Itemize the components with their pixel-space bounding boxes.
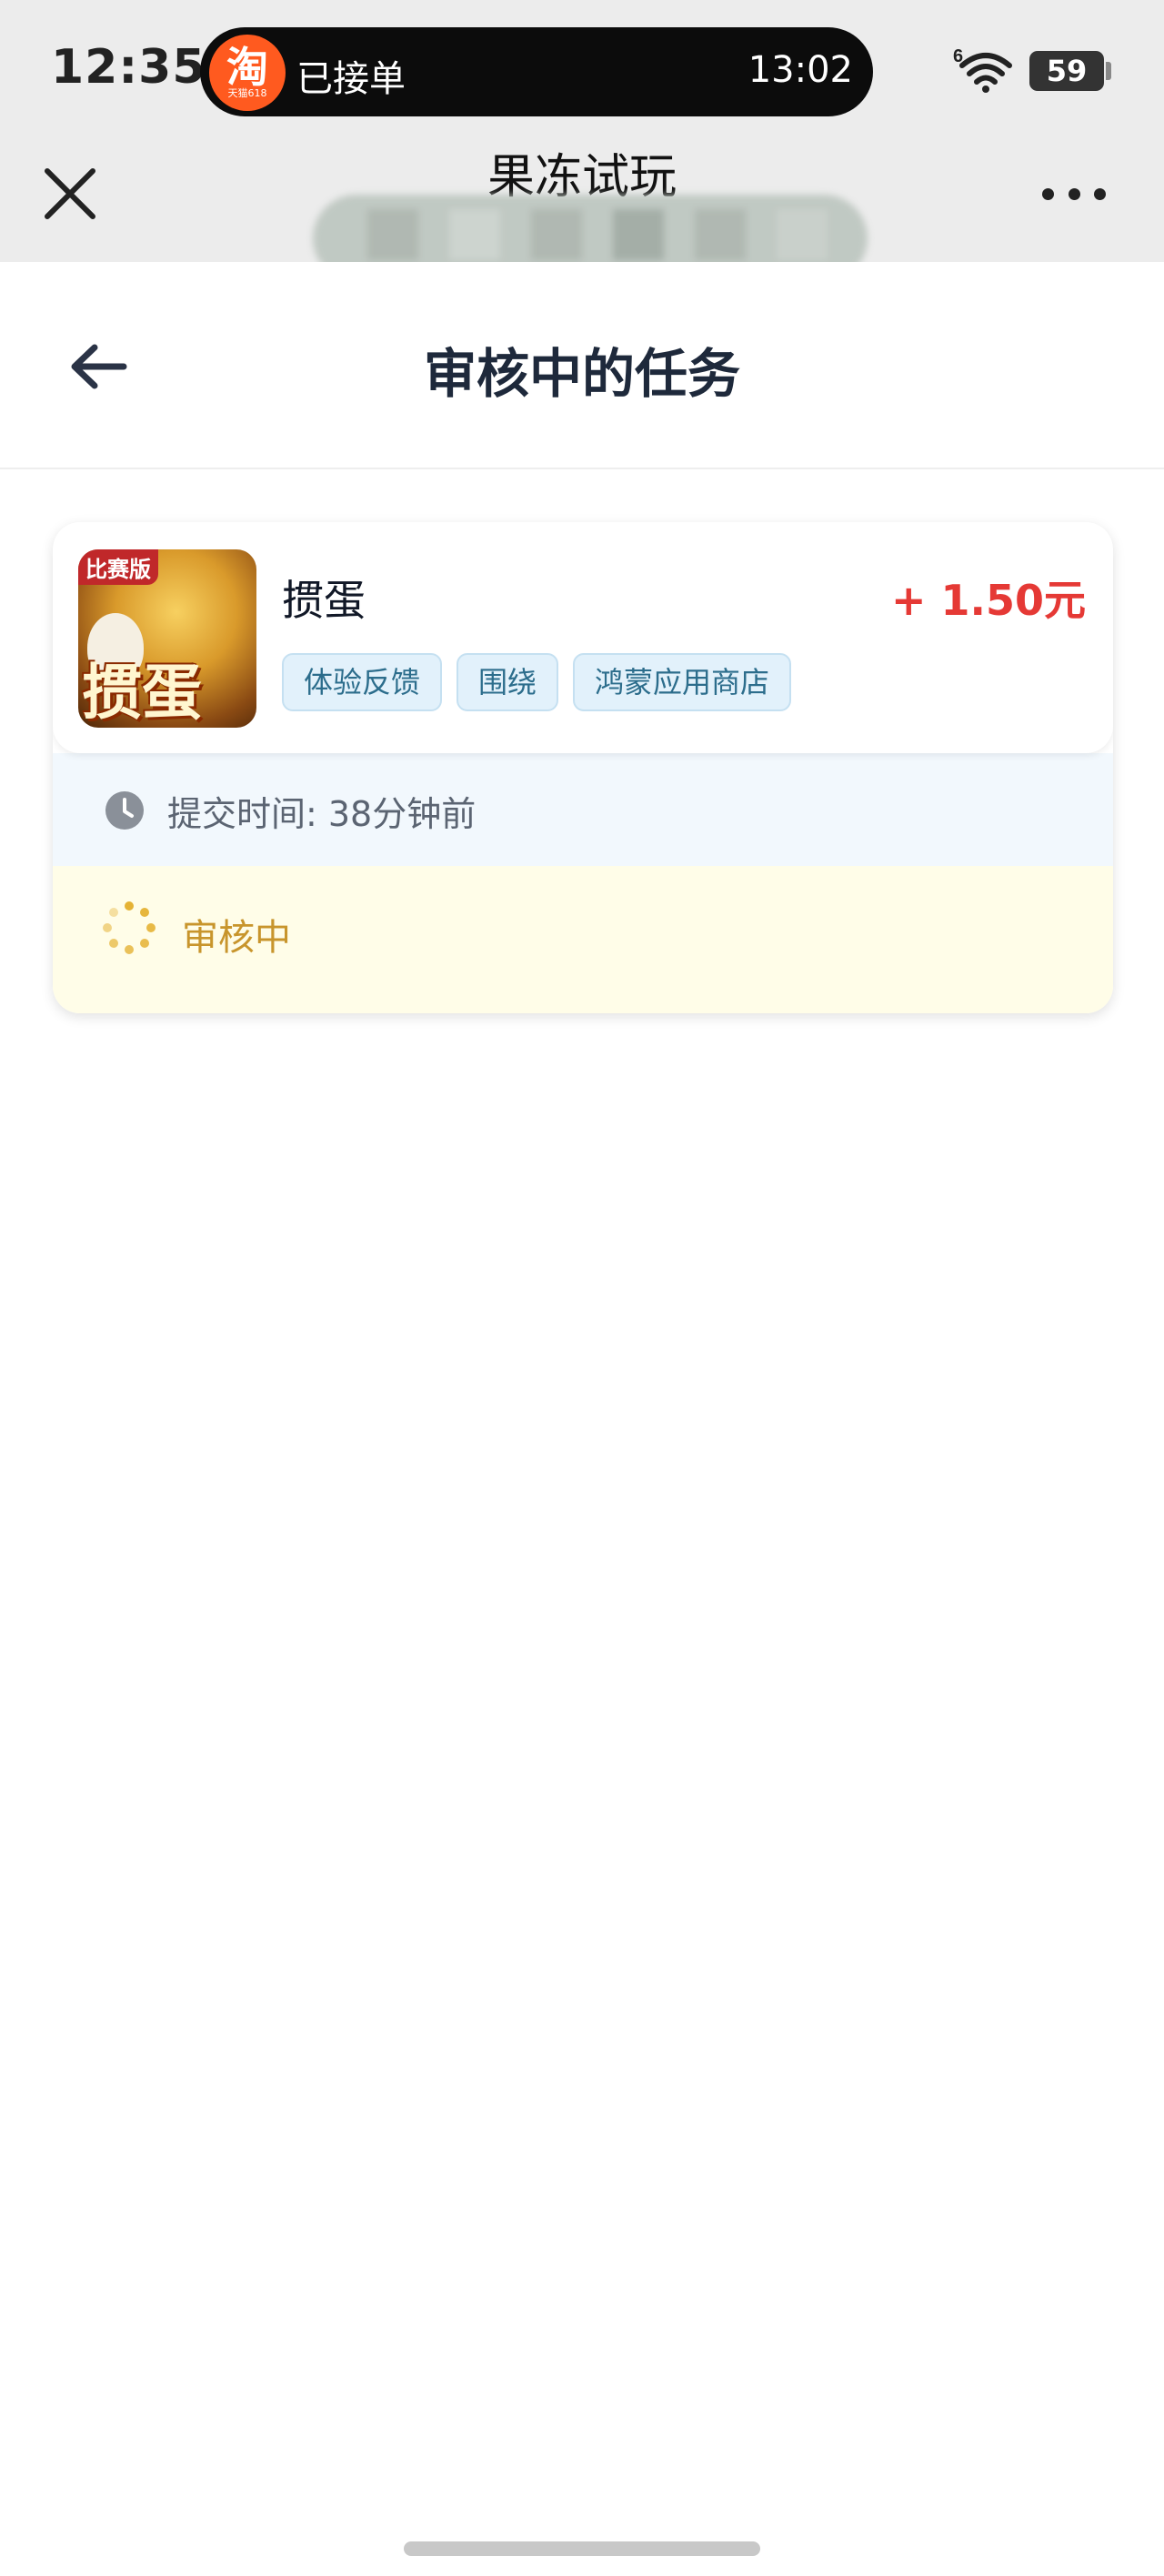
loading-spinner-icon bbox=[103, 901, 156, 954]
home-indicator[interactable] bbox=[404, 2541, 760, 2556]
wifi-icon: 6 bbox=[953, 46, 1012, 93]
review-status-text: 审核中 bbox=[182, 917, 291, 959]
task-reward: + 1.50元 bbox=[890, 576, 1086, 625]
taobao-subtext: 天猫618 bbox=[227, 87, 267, 99]
app-icon-badge: 比赛版 bbox=[78, 549, 158, 585]
more-options-icon[interactable] bbox=[1042, 178, 1106, 209]
review-status-row: 审核中 bbox=[53, 866, 1113, 1013]
page-title: 审核中的任务 bbox=[423, 343, 740, 405]
status-time: 12:35 bbox=[51, 40, 206, 95]
tag-item: 体验反馈 bbox=[282, 653, 443, 711]
submit-time-text: 提交时间: 38分钟前 bbox=[167, 794, 477, 834]
taobao-app-icon: 淘 天猫618 bbox=[209, 35, 286, 111]
page-header: 审核中的任务 bbox=[0, 262, 1164, 469]
browser-chrome: 12:35 淘 天猫618 已接单 13:02 6 59 果冻试玩 bbox=[0, 0, 1164, 282]
battery-indicator: 59 bbox=[1029, 51, 1104, 91]
task-card-header: 比赛版 掼蛋 掼蛋 + 1.50元 体验反馈 围绕 鸿蒙应用商店 bbox=[53, 522, 1113, 753]
clock-icon bbox=[105, 791, 144, 830]
submit-time-row: 提交时间: 38分钟前 bbox=[53, 753, 1113, 866]
taobao-glyph: 淘 bbox=[226, 43, 268, 92]
task-card[interactable]: 比赛版 掼蛋 掼蛋 + 1.50元 体验反馈 围绕 鸿蒙应用商店 提交时间: 3… bbox=[53, 522, 1113, 1013]
dynamic-island[interactable]: 淘 天猫618 已接单 13:02 bbox=[200, 27, 873, 116]
tag-item: 围绕 bbox=[457, 653, 559, 711]
app-icon: 比赛版 掼蛋 bbox=[78, 549, 256, 728]
island-status-text: 已接单 bbox=[296, 58, 406, 100]
island-time: 13:02 bbox=[748, 49, 853, 91]
tag-item: 鸿蒙应用商店 bbox=[573, 653, 792, 711]
task-tags: 体验反馈 围绕 鸿蒙应用商店 bbox=[282, 653, 792, 711]
battery-tip bbox=[1106, 62, 1111, 80]
task-app-name: 掼蛋 bbox=[282, 576, 366, 625]
app-icon-word: 掼蛋 bbox=[82, 658, 202, 728]
